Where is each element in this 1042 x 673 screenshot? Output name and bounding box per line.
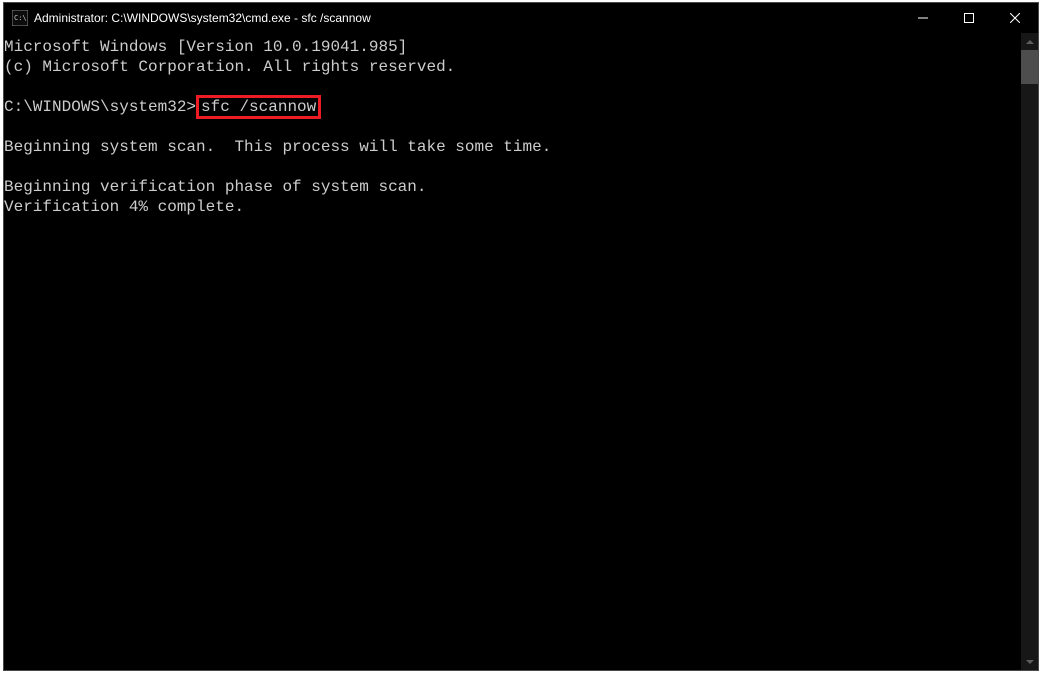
blank-line <box>4 157 1017 177</box>
cmd-icon: C:\ <box>12 10 28 26</box>
minimize-button[interactable] <box>900 3 946 33</box>
cmd-window: C:\ Administrator: C:\WINDOWS\system32\c… <box>3 2 1039 671</box>
scroll-track[interactable] <box>1021 50 1038 653</box>
highlighted-command: sfc /scannow <box>196 95 321 119</box>
scroll-up-arrow-icon[interactable] <box>1021 33 1038 50</box>
progress-line: Verification 4% complete. <box>4 197 1017 217</box>
prompt-line: C:\WINDOWS\system32>sfc /scannow <box>4 97 1017 117</box>
scan-begin-line: Beginning system scan. This process will… <box>4 137 1017 157</box>
copyright-line: (c) Microsoft Corporation. All rights re… <box>4 57 1017 77</box>
maximize-button[interactable] <box>946 3 992 33</box>
window-controls <box>900 3 1038 33</box>
svg-text:C:\: C:\ <box>14 14 27 22</box>
content-area: Microsoft Windows [Version 10.0.19041.98… <box>4 33 1038 670</box>
verify-begin-line: Beginning verification phase of system s… <box>4 177 1017 197</box>
vertical-scrollbar[interactable] <box>1021 33 1038 670</box>
titlebar[interactable]: C:\ Administrator: C:\WINDOWS\system32\c… <box>4 3 1038 33</box>
scroll-thumb[interactable] <box>1021 50 1038 84</box>
close-button[interactable] <box>992 3 1038 33</box>
prompt-text: C:\WINDOWS\system32> <box>4 98 196 116</box>
scroll-down-arrow-icon[interactable] <box>1021 653 1038 670</box>
blank-line <box>4 117 1017 137</box>
window-title: Administrator: C:\WINDOWS\system32\cmd.e… <box>34 11 900 25</box>
version-line: Microsoft Windows [Version 10.0.19041.98… <box>4 37 1017 57</box>
terminal-output[interactable]: Microsoft Windows [Version 10.0.19041.98… <box>4 33 1021 670</box>
blank-line <box>4 77 1017 97</box>
